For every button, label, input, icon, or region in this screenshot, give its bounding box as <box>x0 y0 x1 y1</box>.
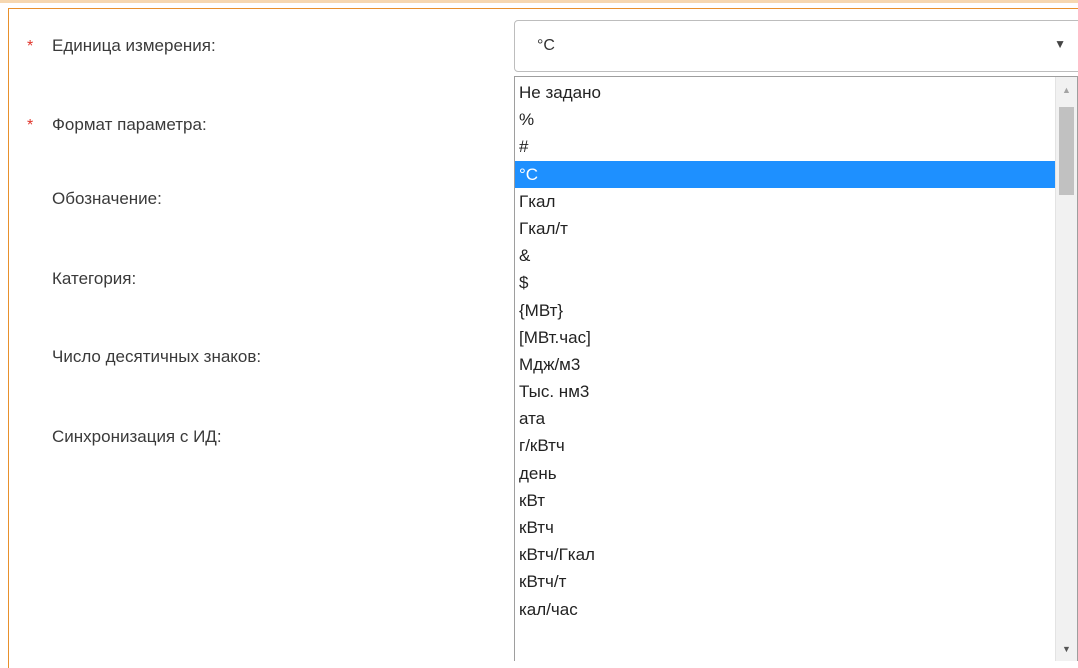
scrollbar-thumb[interactable] <box>1059 107 1074 195</box>
unit-dropdown-list[interactable]: Не задано% # °C Гкал Гкал/т & $ {МВт} [МВт.час] М… <box>514 76 1078 661</box>
required-marker: * <box>27 117 34 134</box>
label-text: Категория: <box>52 269 137 288</box>
dropdown-option[interactable]: Тыс. нм3 <box>515 378 1057 405</box>
required-marker: * <box>27 38 34 55</box>
dropdown-option[interactable]: % <box>515 106 1057 133</box>
option-list: Не задано% # °C Гкал Гкал/т & $ {МВт} [МВт.час] М… <box>515 79 1057 623</box>
label-text: Обозначение: <box>52 189 162 208</box>
dropdown-option[interactable]: # <box>515 133 1057 160</box>
top-divider <box>0 0 1078 3</box>
scroll-up-arrow-icon[interactable]: ▲ <box>1056 81 1077 99</box>
dropdown-option[interactable]: кВтч/Гкал <box>515 541 1057 568</box>
dropdown-option[interactable]: кВт <box>515 487 1057 514</box>
dropdown-option[interactable]: Не задано <box>515 79 1057 106</box>
dropdown-option[interactable]: кал/час <box>515 596 1057 623</box>
dropdown-option[interactable]: Гкал <box>515 188 1057 215</box>
unit-select-value: °C <box>537 37 555 54</box>
dropdown-option[interactable]: {МВт} <box>515 297 1057 324</box>
label-text: Число десятичных знаков: <box>52 347 262 366</box>
dropdown-option[interactable]: [МВт.час] <box>515 324 1057 351</box>
field-label-category: Категория: <box>27 269 136 289</box>
dropdown-option[interactable]: г/кВтч <box>515 432 1057 459</box>
field-label-sync: Синхронизация с ИД: <box>27 427 222 447</box>
field-label-decimals: Число десятичных знаков: <box>27 347 261 367</box>
scroll-down-arrow-icon[interactable]: ▼ <box>1056 640 1077 658</box>
label-text: Синхронизация с ИД: <box>52 427 222 446</box>
label-text: Единица измерения: <box>52 36 216 55</box>
label-text: Формат параметра: <box>52 115 207 134</box>
dropdown-option[interactable]: & <box>515 242 1057 269</box>
dropdown-option[interactable]: день <box>515 460 1057 487</box>
dropdown-option[interactable]: Гкал/т <box>515 215 1057 242</box>
dropdown-option[interactable]: кВтч/т <box>515 568 1057 595</box>
dropdown-option[interactable]: $ <box>515 269 1057 296</box>
dropdown-option[interactable]: ата <box>515 405 1057 432</box>
field-label-designation: Обозначение: <box>27 189 162 209</box>
unit-select[interactable]: °C ▼ <box>514 20 1078 72</box>
dropdown-option[interactable]: Мдж/м3 <box>515 351 1057 378</box>
field-label-unit: * Единица измерения: <box>27 36 216 57</box>
dropdown-scrollbar[interactable]: ▲ ▼ <box>1055 77 1077 661</box>
chevron-down-icon[interactable]: ▼ <box>1054 37 1066 51</box>
dropdown-option[interactable]: кВтч <box>515 514 1057 541</box>
field-label-format: * Формат параметра: <box>27 115 207 136</box>
dropdown-option[interactable]: °C <box>515 160 1057 188</box>
